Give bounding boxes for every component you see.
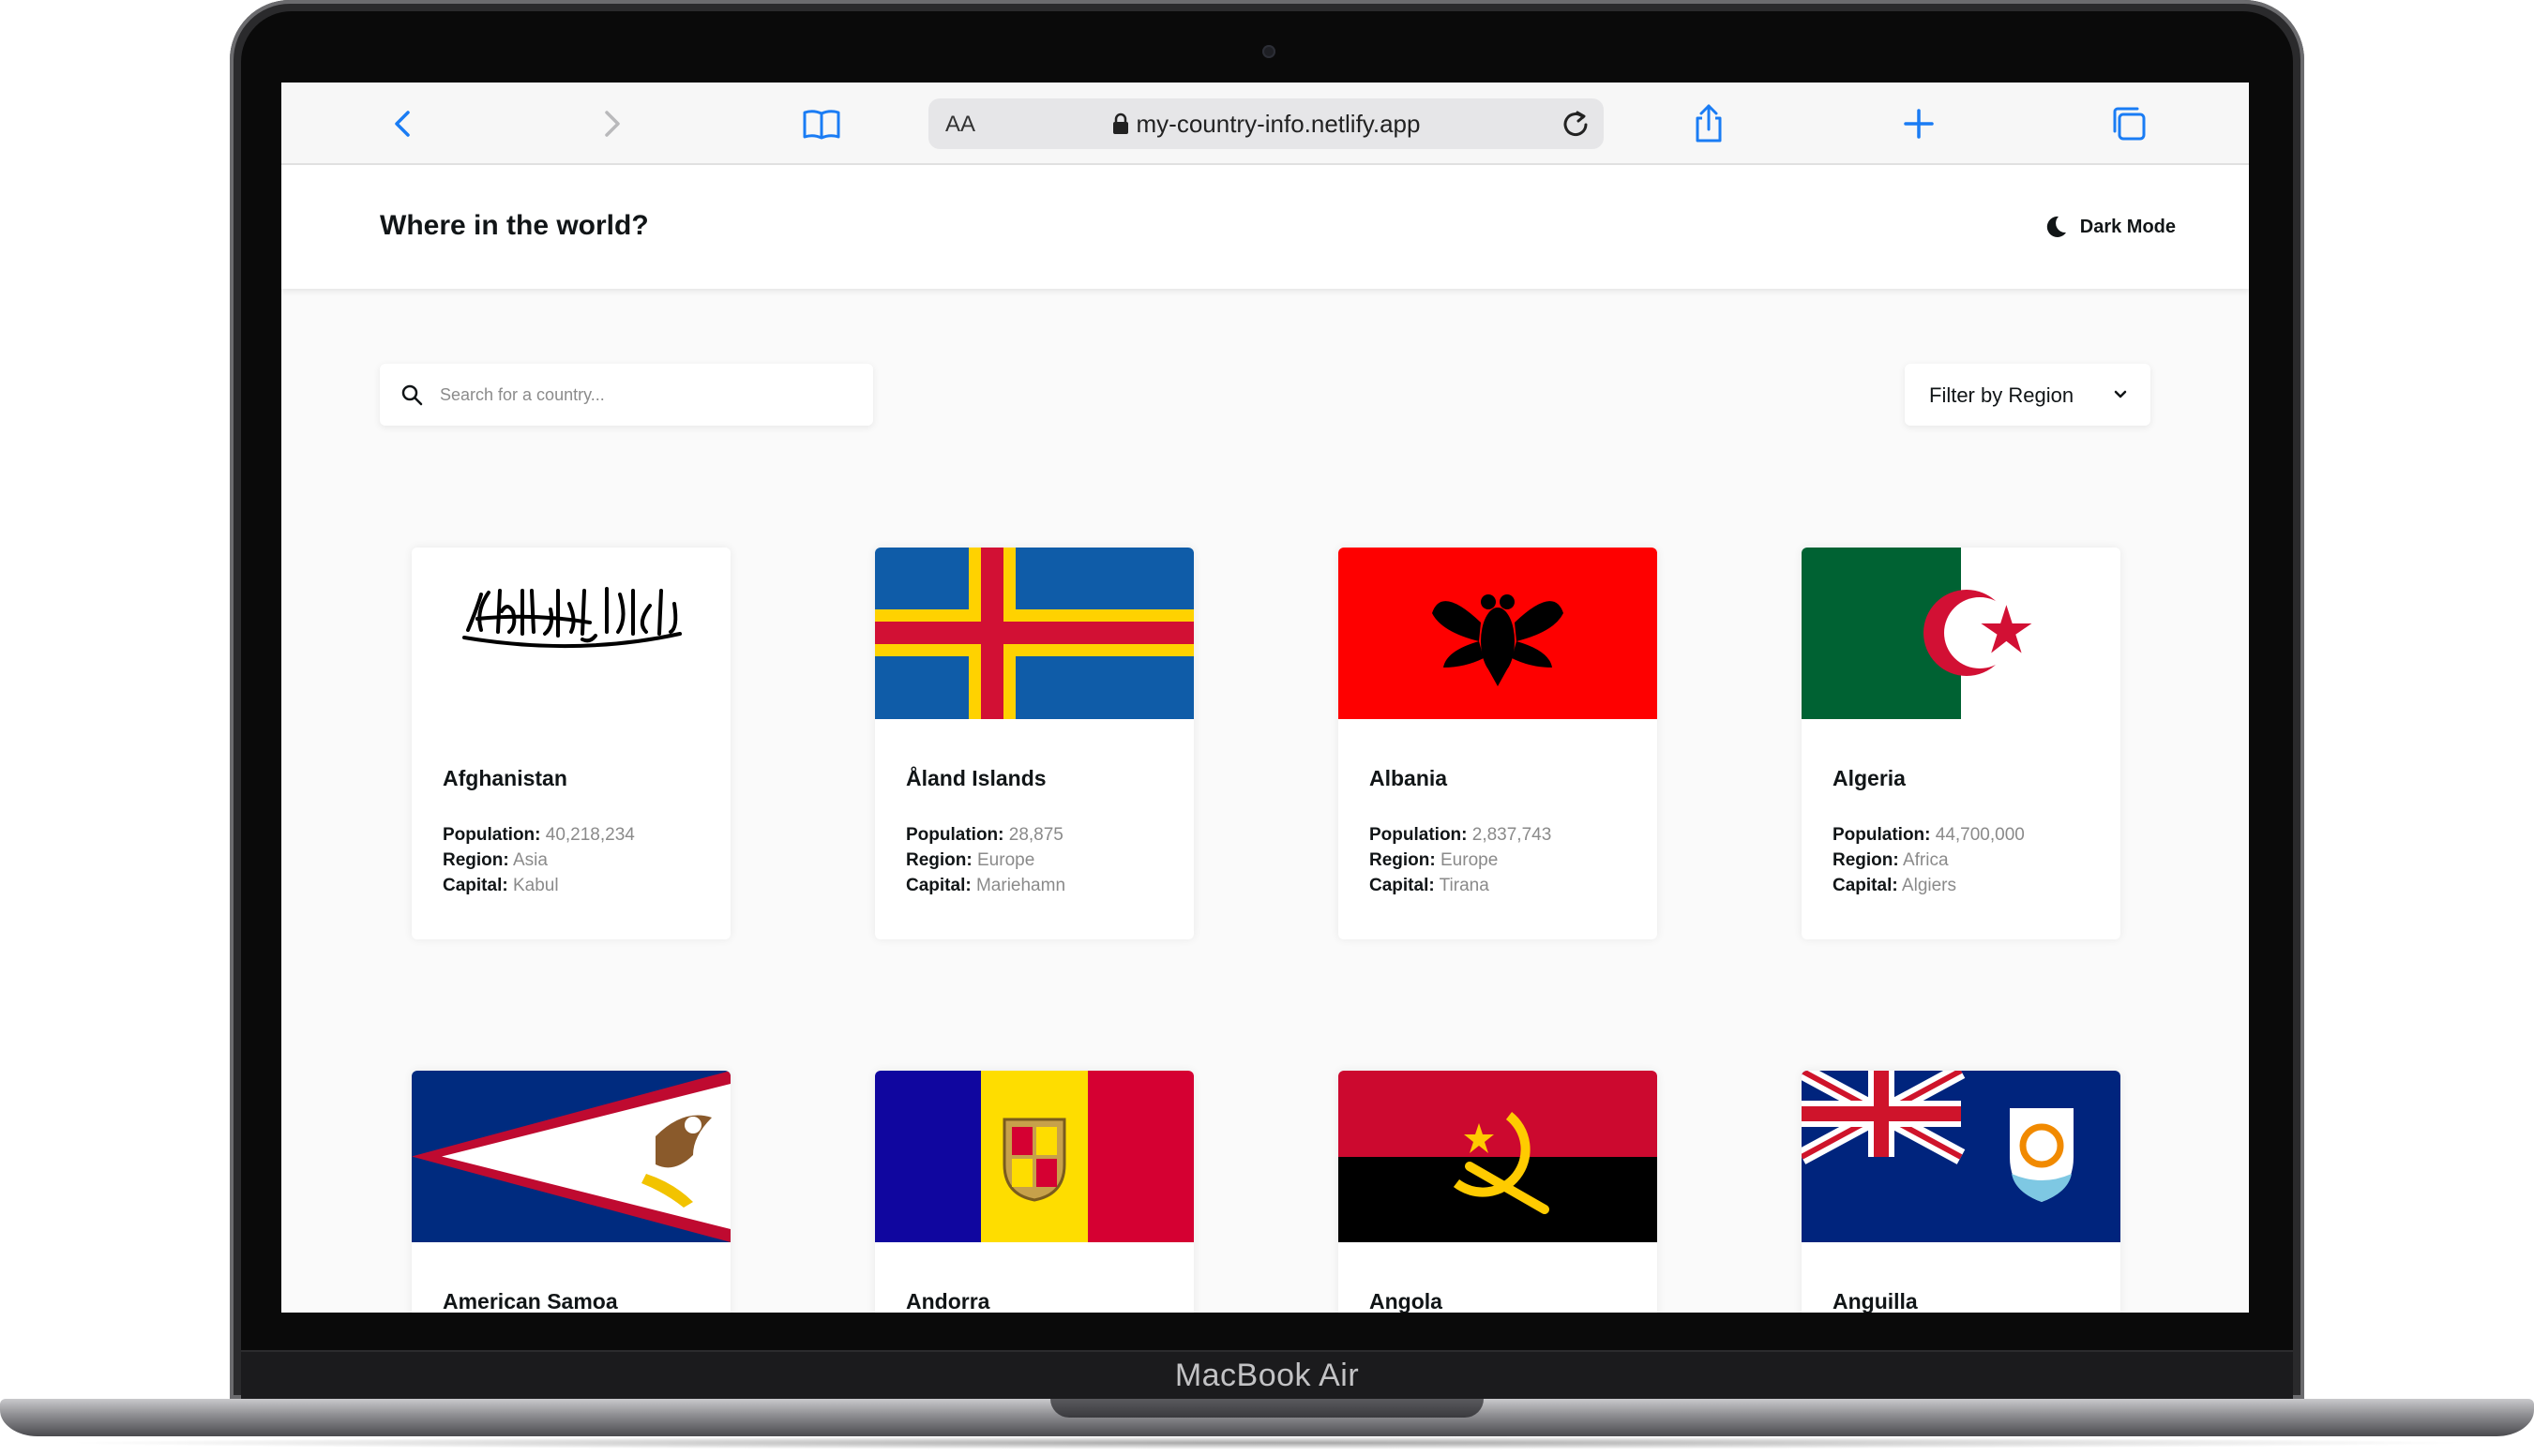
region-label: Region: xyxy=(443,850,509,870)
app-header: Where in the world? Dark Mode xyxy=(281,165,2249,289)
capital-value: Mariehamn xyxy=(975,876,1066,895)
page-title: Where in the world? xyxy=(380,210,649,241)
capital-value: Kabul xyxy=(512,876,559,895)
laptop-hinge-notch xyxy=(1050,1399,1484,1418)
region-value: Asia xyxy=(512,850,548,870)
flag-aland-islands xyxy=(875,548,1194,719)
country-card-andorra[interactable]: Andorra xyxy=(875,1071,1194,1313)
lock-icon xyxy=(1112,113,1129,142)
region-value: Europe xyxy=(977,850,1035,870)
new-tab-icon[interactable] xyxy=(1896,101,1941,146)
moon-icon xyxy=(2046,216,2066,237)
flag-afghanistan xyxy=(412,548,731,719)
search-input[interactable] xyxy=(440,364,852,426)
search-icon xyxy=(401,384,423,406)
country-info: Population: 28,875 Region: Europe Capita… xyxy=(906,822,1065,898)
browser-toolbar: AA my-country-info.netlify.app xyxy=(281,83,2249,165)
region-value: Europe xyxy=(1440,850,1499,870)
dark-mode-toggle[interactable]: Dark Mode xyxy=(2043,212,2176,242)
country-info: Population: 2,837,743 Region: Europe Cap… xyxy=(1369,822,1551,898)
url-display[interactable]: my-country-info.netlify.app xyxy=(928,110,1604,142)
laptop-shadow xyxy=(56,1436,2478,1449)
flag-andorra xyxy=(875,1071,1194,1242)
capital-label: Capital: xyxy=(443,876,508,895)
back-icon[interactable] xyxy=(381,101,426,146)
region-label: Region: xyxy=(1833,850,1899,870)
flag-anguilla xyxy=(1802,1071,2120,1242)
country-card-angola[interactable]: Angola xyxy=(1338,1071,1657,1313)
population-value: 44,700,000 xyxy=(1935,825,2025,845)
forward-icon[interactable] xyxy=(589,101,634,146)
region-filter-select[interactable]: Filter by Region xyxy=(1905,364,2150,426)
population-value: 2,837,743 xyxy=(1471,825,1552,845)
filter-label: Filter by Region xyxy=(1929,383,2074,407)
population-label: Population: xyxy=(443,825,541,845)
country-name: Afghanistan xyxy=(443,766,567,790)
capital-label: Capital: xyxy=(1369,876,1435,895)
capital-value: Algiers xyxy=(1901,876,1956,895)
flag-american-samoa xyxy=(412,1071,731,1242)
country-name: American Samoa xyxy=(443,1289,618,1313)
device-brand-label: MacBook Air xyxy=(1174,1358,1360,1393)
flag-angola xyxy=(1338,1071,1657,1242)
region-value: Africa xyxy=(1902,850,1949,870)
country-name: Albania xyxy=(1369,766,1448,790)
country-card-albania[interactable]: Albania Population: 2,837,743 Region: Eu… xyxy=(1338,548,1657,939)
country-info: Population: 44,700,000 Region: Africa Ca… xyxy=(1833,822,2025,898)
country-name: Angola xyxy=(1369,1289,1442,1313)
region-label: Region: xyxy=(906,850,973,870)
share-icon[interactable] xyxy=(1686,101,1731,146)
population-label: Population: xyxy=(906,825,1004,845)
flag-algeria xyxy=(1802,548,2120,719)
population-label: Population: xyxy=(1369,825,1468,845)
country-name: Andorra xyxy=(906,1289,990,1313)
country-card-american-samoa[interactable]: American Samoa xyxy=(412,1071,731,1313)
country-card-aland-islands[interactable]: Åland Islands Population: 28,875 Region:… xyxy=(875,548,1194,939)
country-card-afghanistan[interactable]: Afghanistan Population: 40,218,234 Regio… xyxy=(412,548,731,939)
country-info: Population: 40,218,234 Region: Asia Capi… xyxy=(443,822,635,898)
flag-albania xyxy=(1338,548,1657,719)
screen: AA my-country-info.netlify.app Where in … xyxy=(281,83,2249,1313)
country-card-anguilla[interactable]: Anguilla xyxy=(1802,1071,2120,1313)
capital-label: Capital: xyxy=(1833,876,1898,895)
reload-icon[interactable] xyxy=(1559,107,1592,141)
camera xyxy=(1262,45,1275,58)
address-bar[interactable]: AA my-country-info.netlify.app xyxy=(928,98,1604,149)
region-label: Region: xyxy=(1369,850,1436,870)
country-name: Åland Islands xyxy=(906,766,1047,790)
tabs-overview-icon[interactable] xyxy=(2106,101,2151,146)
country-name: Algeria xyxy=(1833,766,1906,790)
search-box xyxy=(380,364,873,426)
country-card-algeria[interactable]: Algeria Population: 44,700,000 Region: A… xyxy=(1802,548,2120,939)
population-label: Population: xyxy=(1833,825,1931,845)
country-name: Anguilla xyxy=(1833,1289,1918,1313)
bookmarks-icon[interactable] xyxy=(799,101,844,146)
chevron-down-icon xyxy=(2114,390,2127,398)
capital-value: Tirana xyxy=(1439,876,1489,895)
dark-mode-label: Dark Mode xyxy=(2079,217,2176,237)
population-value: 28,875 xyxy=(1008,825,1063,845)
population-value: 40,218,234 xyxy=(545,825,635,845)
capital-label: Capital: xyxy=(906,876,972,895)
url-text: my-country-info.netlify.app xyxy=(1136,110,1421,138)
